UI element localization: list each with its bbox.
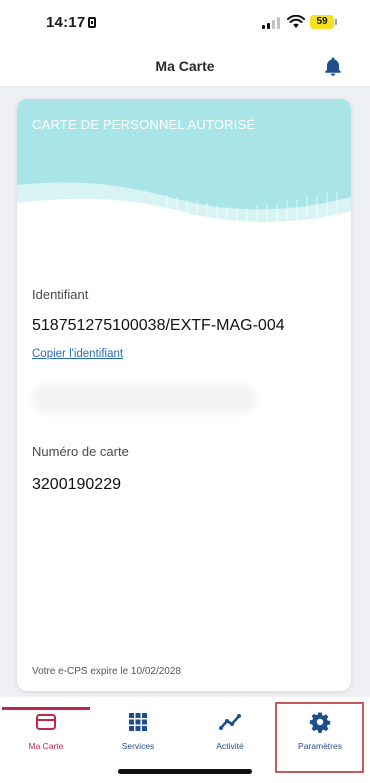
status-time: 14:17 — [46, 14, 86, 31]
activity-icon — [219, 714, 241, 730]
identifier-value: 518751275100038/EXTF-MAG-004 — [32, 317, 285, 334]
gear-icon — [309, 712, 331, 733]
professional-card: CARTE DE PERSONNEL AUTORISÉ Identifiant … — [17, 99, 351, 691]
grid-icon — [129, 713, 147, 731]
redacted-area — [32, 384, 257, 414]
card-number-value: 3200190229 — [32, 476, 121, 493]
expiry-notice: Votre e-CPS expire le 10/02/2028 — [32, 666, 181, 677]
identifier-label: Identifiant — [32, 287, 89, 302]
tab-activite[interactable]: Activité — [194, 697, 266, 757]
tab-ma-carte[interactable]: Ma Carte — [10, 697, 82, 757]
bell-icon[interactable] — [322, 55, 344, 77]
app-header: Ma Carte — [0, 46, 370, 87]
page-title: Ma Carte — [155, 58, 215, 74]
battery-icon: 59 — [310, 15, 337, 29]
card-type-title: CARTE DE PERSONNEL AUTORISÉ — [32, 117, 256, 132]
card-icon — [36, 714, 56, 730]
signal-icon — [262, 17, 282, 29]
tab-services-label: Services — [121, 741, 155, 751]
tab-services[interactable]: Services — [102, 697, 174, 757]
sim-icon — [88, 17, 96, 28]
tab-activite-label: Activité — [216, 741, 244, 751]
card-number-label: Numéro de carte — [32, 444, 129, 459]
home-indicator — [118, 769, 252, 774]
copy-identifier-link[interactable]: Copier l'identifiant — [32, 348, 123, 360]
wifi-icon — [287, 15, 305, 28]
tab-parametres-label: Paramètres — [298, 741, 342, 751]
main-content: CARTE DE PERSONNEL AUTORISÉ Identifiant … — [0, 87, 370, 697]
status-bar: 14:17 59 — [0, 0, 370, 46]
tab-parametres[interactable]: Paramètres — [284, 697, 356, 757]
tab-ma-carte-label: Ma Carte — [28, 741, 64, 751]
